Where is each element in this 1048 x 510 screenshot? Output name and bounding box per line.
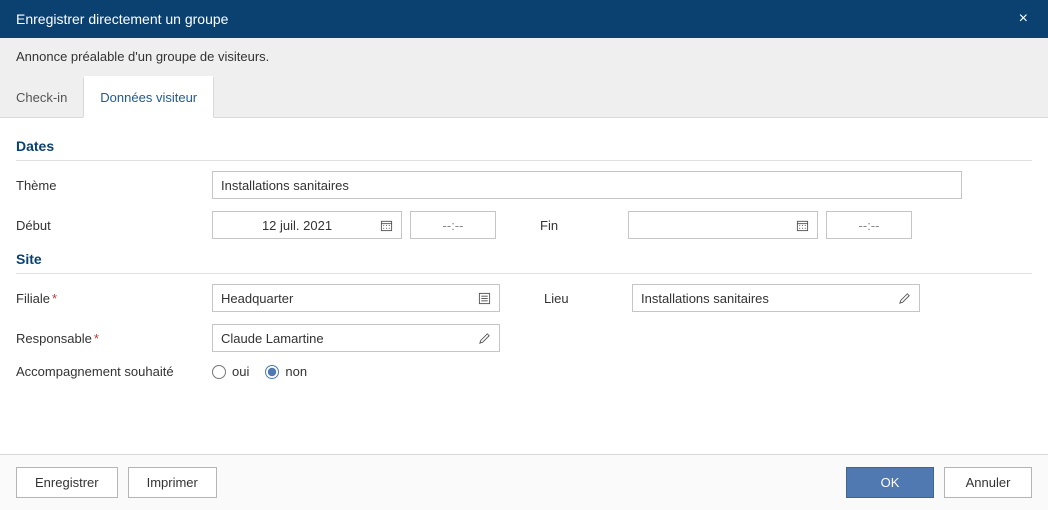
filiale-label: Filiale* xyxy=(16,291,196,306)
lieu-value: Installations sanitaires xyxy=(641,291,891,306)
form-content: Dates Thème Installations sanitaires Déb… xyxy=(0,118,1048,454)
lieu-picker[interactable]: Installations sanitaires xyxy=(632,284,920,312)
required-asterisk: * xyxy=(52,291,57,306)
responsable-label-text: Responsable xyxy=(16,331,92,346)
pencil-icon[interactable] xyxy=(897,291,911,305)
tab-donnees-visiteur[interactable]: Données visiteur xyxy=(83,76,214,118)
section-site-body: Filiale* Headquarter Lieu Installations … xyxy=(16,273,1032,379)
start-time-value: --:-- xyxy=(443,218,464,233)
dialog-subtitle: Annonce préalable d'un groupe de visiteu… xyxy=(0,38,1048,75)
responsable-value: Claude Lamartine xyxy=(221,331,471,346)
tab-check-in[interactable]: Check-in xyxy=(0,76,83,118)
calendar-icon[interactable] xyxy=(795,218,809,232)
start-date-value: 12 juil. 2021 xyxy=(221,218,373,233)
pencil-icon[interactable] xyxy=(477,331,491,345)
end-time-input[interactable]: --:-- xyxy=(826,211,912,239)
dialog-footer: Enregistrer Imprimer OK Annuler xyxy=(0,454,1048,510)
accomp-radio-group: oui non xyxy=(212,364,307,379)
ok-button[interactable]: OK xyxy=(846,467,934,498)
accomp-oui-option[interactable]: oui xyxy=(212,364,249,379)
responsable-picker[interactable]: Claude Lamartine xyxy=(212,324,500,352)
footer-left: Enregistrer Imprimer xyxy=(16,467,217,498)
tab-bar: Check-in Données visiteur xyxy=(0,75,1048,118)
accomp-label: Accompagnement souhaité xyxy=(16,364,196,379)
dialog-header: Enregistrer directement un groupe × xyxy=(0,0,1048,38)
enregistrer-button[interactable]: Enregistrer xyxy=(16,467,118,498)
row-theme: Thème Installations sanitaires xyxy=(16,171,1032,199)
section-dates-title: Dates xyxy=(16,138,1032,154)
row-dates: Début 12 juil. 2021 --:-- Fin xyxy=(16,211,1032,239)
imprimer-button[interactable]: Imprimer xyxy=(128,467,217,498)
row-responsable: Responsable* Claude Lamartine xyxy=(16,324,1032,352)
radio-oui[interactable] xyxy=(212,365,226,379)
section-site-title: Site xyxy=(16,251,1032,267)
theme-value: Installations sanitaires xyxy=(221,178,349,193)
annuler-button[interactable]: Annuler xyxy=(944,467,1032,498)
calendar-icon[interactable] xyxy=(379,218,393,232)
section-dates-body: Thème Installations sanitaires Début 12 … xyxy=(16,160,1032,239)
start-label: Début xyxy=(16,218,196,233)
end-time-value: --:-- xyxy=(859,218,880,233)
responsable-label: Responsable* xyxy=(16,331,196,346)
start-time-input[interactable]: --:-- xyxy=(410,211,496,239)
filiale-value: Headquarter xyxy=(221,291,471,306)
end-date-input[interactable] xyxy=(628,211,818,239)
end-group: --:-- xyxy=(628,211,912,239)
accomp-non-option[interactable]: non xyxy=(265,364,307,379)
accomp-oui-label: oui xyxy=(232,364,249,379)
accomp-non-label: non xyxy=(285,364,307,379)
start-date-input[interactable]: 12 juil. 2021 xyxy=(212,211,402,239)
radio-non[interactable] xyxy=(265,365,279,379)
start-group: 12 juil. 2021 --:-- xyxy=(212,211,496,239)
close-icon[interactable]: × xyxy=(1015,11,1032,27)
row-filiale-lieu: Filiale* Headquarter Lieu Installations … xyxy=(16,284,1032,312)
theme-input[interactable]: Installations sanitaires xyxy=(212,171,962,199)
filiale-label-text: Filiale xyxy=(16,291,50,306)
row-accompagnement: Accompagnement souhaité oui non xyxy=(16,364,1032,379)
dialog-title: Enregistrer directement un groupe xyxy=(16,11,228,27)
list-icon[interactable] xyxy=(477,291,491,305)
theme-label: Thème xyxy=(16,178,196,193)
footer-right: OK Annuler xyxy=(846,467,1032,498)
end-label: Fin xyxy=(512,218,612,233)
lieu-label: Lieu xyxy=(516,291,616,306)
required-asterisk: * xyxy=(94,331,99,346)
filiale-picker[interactable]: Headquarter xyxy=(212,284,500,312)
